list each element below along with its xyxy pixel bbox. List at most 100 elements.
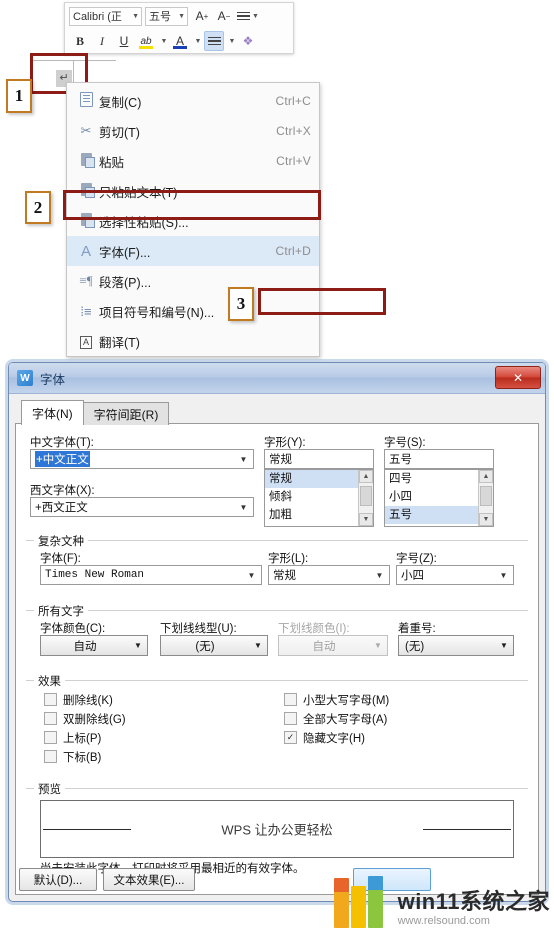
- chevron-down-icon[interactable]: ▼: [496, 571, 511, 580]
- chevron-down-icon: ▼: [194, 37, 202, 45]
- checkbox-double-strikethrough[interactable]: 双删除线(G): [44, 709, 126, 728]
- checkbox-small-caps[interactable]: 小型大写字母(M): [284, 690, 389, 709]
- checkbox-all-caps[interactable]: 全部大写字母(A): [284, 709, 389, 728]
- close-button[interactable]: ✕: [495, 366, 541, 389]
- complex-style-value: 常规: [273, 570, 296, 582]
- highlight-button[interactable]: ab: [136, 31, 156, 51]
- menu-item-label: 剪切(T): [99, 125, 140, 140]
- font-color-dropdown[interactable]: 自动 ▼: [40, 635, 148, 656]
- watermark-text: win11系统之家 www.relsound.com: [398, 890, 550, 928]
- size-input[interactable]: 五号: [384, 449, 494, 469]
- format-painter-button[interactable]: ❖: [238, 31, 258, 51]
- default-button[interactable]: 默认(D)...: [19, 868, 97, 891]
- chevron-down-icon: ▼: [500, 641, 508, 650]
- emphasis-dropdown[interactable]: (无) ▼: [398, 635, 514, 656]
- font-name-value: Calibri (正: [73, 11, 122, 23]
- scroll-up-icon[interactable]: ▲: [359, 470, 373, 483]
- chevron-down-icon[interactable]: ▼: [244, 571, 259, 580]
- complex-size-label: 字号(Z):: [396, 553, 437, 565]
- checkbox-icon: [44, 750, 57, 763]
- clear-format-button[interactable]: ▼: [236, 6, 260, 26]
- complex-size-input[interactable]: 小四 ▼: [396, 565, 514, 585]
- scrollbar-thumb[interactable]: [360, 486, 372, 506]
- style-scrollbar[interactable]: ▲ ▼: [358, 470, 373, 526]
- clear-format-icon: [237, 10, 251, 23]
- style-label: 字形(Y):: [264, 437, 306, 449]
- chevron-down-icon[interactable]: ▼: [236, 503, 251, 512]
- menu-item-label: 粘贴: [99, 155, 125, 170]
- size-option-1[interactable]: 小四: [385, 488, 493, 506]
- underline-button[interactable]: U: [114, 31, 134, 51]
- checkbox-superscript[interactable]: 上标(P): [44, 728, 126, 747]
- scroll-down-icon[interactable]: ▼: [479, 513, 493, 526]
- complex-font-input[interactable]: Times New Roman ▼: [40, 565, 262, 585]
- style-input[interactable]: 常规: [264, 449, 374, 469]
- underline-color-value: 自动: [312, 640, 336, 653]
- font-size-combo[interactable]: 五号 ▼: [145, 6, 188, 26]
- menu-item-translate[interactable]: A 翻译(T): [67, 326, 319, 356]
- style-listbox[interactable]: 常规 倾斜 加粗 ▲ ▼: [264, 469, 374, 527]
- all-text-group-label: 所有文字: [34, 603, 88, 619]
- menu-item-label: 复制(C): [99, 95, 142, 110]
- all-text-group: 所有文字 字体颜色(C): 自动 ▼ 下划线线型(U): (无) ▼ 下划线颜色…: [26, 603, 528, 664]
- style-option-2[interactable]: 加粗: [265, 506, 373, 524]
- bold-label: B: [75, 33, 84, 48]
- size-scrollbar[interactable]: ▲ ▼: [478, 470, 493, 526]
- menu-item-font[interactable]: A 字体(F)... Ctrl+D: [67, 236, 319, 266]
- preview-box: WPS 让办公更轻松: [40, 800, 514, 858]
- align-button[interactable]: [204, 31, 224, 51]
- size-option-0[interactable]: 四号: [385, 470, 493, 488]
- scrollbar-thumb[interactable]: [480, 486, 492, 506]
- tab-font[interactable]: 字体(N): [21, 400, 84, 425]
- chevron-down-icon: ▼: [160, 37, 168, 45]
- menu-item-accel: Ctrl+D: [275, 244, 311, 258]
- step-badge-2: 2: [25, 191, 51, 224]
- watermark-logo-icon: [333, 876, 392, 928]
- align-icon: [207, 35, 221, 48]
- preview-group-label: 预览: [34, 781, 65, 797]
- underline-style-dropdown[interactable]: (无) ▼: [160, 635, 268, 656]
- size-listbox[interactable]: 四号 小四 五号 ▲ ▼: [384, 469, 494, 527]
- checkbox-subscript[interactable]: 下标(B): [44, 747, 126, 766]
- copy-icon: [73, 92, 99, 110]
- menu-item-cut[interactable]: ✂ 剪切(T) Ctrl+X: [67, 116, 319, 146]
- scroll-down-icon[interactable]: ▼: [359, 513, 373, 526]
- checkbox-hidden-text[interactable]: ✓ 隐藏文字(H): [284, 728, 389, 747]
- group-divider: [26, 610, 528, 611]
- checkbox-label: 小型大写字母(M): [303, 694, 390, 707]
- style-option-1[interactable]: 倾斜: [265, 488, 373, 506]
- scissors-icon: ✂: [80, 123, 92, 138]
- shrink-font-button[interactable]: A −: [214, 6, 234, 26]
- menu-item-paste[interactable]: 粘贴 Ctrl+V: [67, 146, 319, 176]
- chevron-down-icon[interactable]: ▼: [236, 455, 251, 464]
- italic-button[interactable]: I: [92, 31, 112, 51]
- style-option-0[interactable]: 常规: [265, 470, 373, 488]
- tab-panel-font: 中文字体(T): +中文正文 ▼ 字形(Y): 常规 常规 倾斜 加粗 ▲ ▼ …: [15, 423, 539, 895]
- dialog-title-bar: W 字体 ✕: [9, 363, 545, 394]
- menu-item-label: 翻译(T): [99, 335, 140, 350]
- mini-floating-toolbar: Calibri (正 ▼ 五号 ▼ A + A − ▼ B I U ab ▼ A…: [64, 2, 294, 54]
- complex-style-input[interactable]: 常规 ▼: [268, 565, 390, 585]
- font-color-dropdown[interactable]: ▼: [192, 31, 202, 51]
- font-name-combo[interactable]: Calibri (正 ▼: [69, 6, 142, 26]
- scroll-up-icon[interactable]: ▲: [479, 470, 493, 483]
- text-effects-button[interactable]: 文本效果(E)...: [103, 868, 195, 891]
- tab-character-spacing[interactable]: 字符间距(R): [82, 402, 170, 425]
- checkbox-strikethrough[interactable]: 删除线(K): [44, 690, 126, 709]
- callout-box-3: [258, 288, 386, 315]
- west-font-input[interactable]: +西文正文 ▼: [30, 497, 254, 517]
- grow-font-button[interactable]: A +: [192, 6, 212, 26]
- menu-item-copy[interactable]: 复制(C) Ctrl+C: [67, 86, 319, 116]
- plus-icon: +: [203, 11, 209, 21]
- align-dropdown[interactable]: ▼: [226, 31, 236, 51]
- size-option-2[interactable]: 五号: [385, 506, 493, 524]
- bold-button[interactable]: B: [70, 31, 90, 51]
- font-color-button[interactable]: A: [170, 31, 190, 51]
- menu-item-accel: Ctrl+X: [276, 124, 311, 138]
- cn-font-input[interactable]: +中文正文 ▼: [30, 449, 254, 469]
- size-label: 字号(S):: [384, 437, 426, 449]
- highlight-dropdown[interactable]: ▼: [158, 31, 168, 51]
- font-dialog: W 字体 ✕ 字体(N) 字符间距(R) 中文字体(T): +中文正文 ▼ 字形…: [8, 362, 546, 902]
- chevron-down-icon[interactable]: ▼: [372, 571, 387, 580]
- dialog-tabs: 字体(N) 字符间距(R): [21, 400, 170, 425]
